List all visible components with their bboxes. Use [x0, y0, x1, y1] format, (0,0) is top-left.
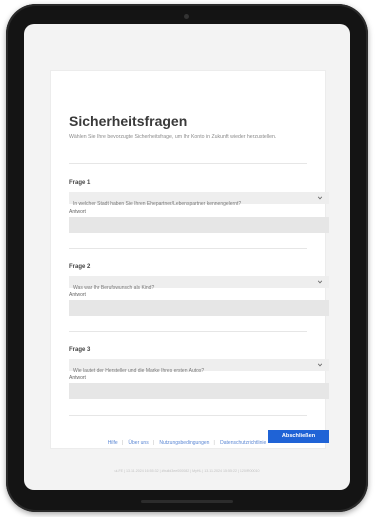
- question-3-answer-input[interactable]: [69, 383, 329, 399]
- footer-link-about[interactable]: Über uns: [128, 440, 148, 446]
- question-1-answer-input[interactable]: [69, 217, 329, 233]
- question-3-answer-label: Antwort: [69, 375, 86, 381]
- question-2-answer-input[interactable]: [69, 300, 329, 316]
- separator: |: [213, 440, 215, 446]
- chevron-down-icon: [317, 280, 323, 284]
- question-1-answer-label: Antwort: [69, 209, 86, 215]
- question-2-select[interactable]: Was war Ihr Berufswunsch als Kind?: [69, 276, 329, 291]
- divider: [69, 415, 307, 416]
- separator: |: [152, 440, 155, 446]
- footer-link-help[interactable]: Hilfe: [108, 440, 118, 446]
- question-1-select[interactable]: In welcher Stadt haben Sie Ihren Ehepart…: [69, 192, 329, 207]
- question-1-selected: In welcher Stadt haben Sie Ihren Ehepart…: [73, 201, 242, 207]
- home-indicator: [141, 500, 233, 503]
- divider: [69, 163, 307, 164]
- chevron-down-icon: [317, 363, 323, 367]
- question-2-label: Frage 2: [69, 264, 91, 270]
- footer-build-info: ui-FE | 13.11.2024 16:55:32 | #build3ee0…: [114, 469, 260, 473]
- footer-link-terms[interactable]: Nutzungsbedingungen: [159, 440, 209, 446]
- footer-links: Hilfe | Über uns | Nutzungsbedingungen | Da…: [24, 440, 350, 446]
- question-2-selected: Was war Ihr Berufswunsch als Kind?: [73, 285, 155, 291]
- question-1-label: Frage 1: [69, 180, 91, 186]
- question-3-selected: Wie lautet der Hersteller und die Marke …: [73, 368, 205, 374]
- chevron-down-icon: [317, 196, 323, 200]
- question-3-select[interactable]: Wie lautet der Hersteller und die Marke …: [69, 359, 329, 374]
- screen: Sicherheitsfragen Wählen Sie Ihre bevorz…: [24, 24, 350, 490]
- camera-dot: [184, 14, 189, 19]
- divider: [69, 248, 307, 249]
- question-2-answer-label: Antwort: [69, 292, 86, 298]
- divider: [69, 331, 307, 332]
- security-questions-card: Sicherheitsfragen Wählen Sie Ihre bevorz…: [50, 70, 329, 449]
- separator: |: [121, 440, 124, 446]
- question-3-label: Frage 3: [69, 347, 91, 353]
- page-subtitle: Wählen Sie Ihre bevorzugte Sicherheitsfr…: [69, 134, 277, 140]
- tablet-frame: Sicherheitsfragen Wählen Sie Ihre bevorz…: [6, 4, 368, 512]
- footer-link-privacy[interactable]: Datenschutzrichtlinie: [220, 440, 266, 446]
- page-title: Sicherheitsfragen: [69, 113, 188, 129]
